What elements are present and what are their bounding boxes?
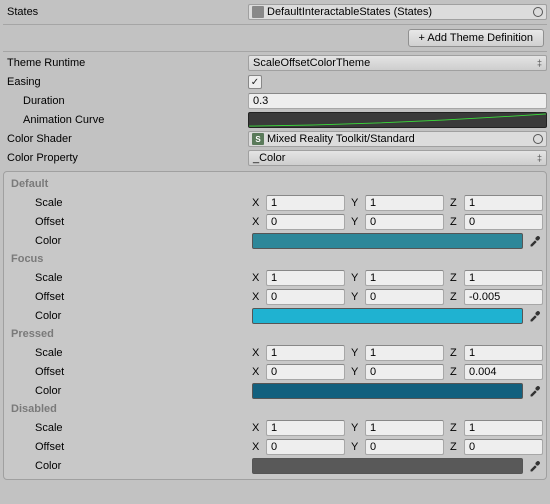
state-header-pressed: Pressed: [7, 326, 543, 344]
scale-z-input-focus[interactable]: 1: [464, 270, 543, 286]
scale-x-input-focus[interactable]: 1: [266, 270, 345, 286]
eyedropper-icon[interactable]: [527, 460, 543, 472]
axis-label-z: Z: [450, 291, 464, 303]
scale-z-input-default[interactable]: 1: [464, 195, 543, 211]
eyedropper-icon[interactable]: [527, 385, 543, 397]
offset-z-input-pressed[interactable]: 0.004: [464, 364, 543, 380]
axis-label-y: Y: [351, 441, 365, 453]
scriptable-object-icon: [252, 6, 264, 18]
offset-z-input-disabled[interactable]: 0: [464, 439, 543, 455]
color-swatch-default[interactable]: [252, 233, 523, 249]
color-property-dropdown[interactable]: _Color: [248, 150, 547, 166]
axis-label-y: Y: [351, 422, 365, 434]
scale-label: Scale: [7, 272, 252, 284]
shader-icon: S: [252, 133, 264, 145]
state-header-focus: Focus: [7, 251, 543, 269]
scale-y-input-focus[interactable]: 1: [365, 270, 444, 286]
offset-y-input-focus[interactable]: 0: [365, 289, 444, 305]
color-swatch-disabled[interactable]: [252, 458, 523, 474]
scale-x-input-default[interactable]: 1: [266, 195, 345, 211]
axis-label-x: X: [252, 291, 266, 303]
scale-x-input-disabled[interactable]: 1: [266, 420, 345, 436]
axis-label-y: Y: [351, 272, 365, 284]
object-picker-icon[interactable]: [533, 7, 543, 17]
offset-x-input-disabled[interactable]: 0: [266, 439, 345, 455]
axis-label-y: Y: [351, 197, 365, 209]
color-label: Color: [7, 235, 252, 247]
axis-label-y: Y: [351, 366, 365, 378]
states-label: States: [3, 6, 248, 18]
eyedropper-icon[interactable]: [527, 310, 543, 322]
axis-label-x: X: [252, 347, 266, 359]
offset-z-input-focus[interactable]: -0.005: [464, 289, 543, 305]
easing-checkbox[interactable]: ✓: [248, 75, 262, 89]
color-shader-label: Color Shader: [3, 133, 248, 145]
scale-label: Scale: [7, 422, 252, 434]
offset-x-input-focus[interactable]: 0: [266, 289, 345, 305]
scale-z-input-disabled[interactable]: 1: [464, 420, 543, 436]
axis-label-z: Z: [450, 272, 464, 284]
offset-z-input-default[interactable]: 0: [464, 214, 543, 230]
axis-label-z: Z: [450, 197, 464, 209]
axis-label-x: X: [252, 366, 266, 378]
color-label: Color: [7, 310, 252, 322]
color-swatch-pressed[interactable]: [252, 383, 523, 399]
scale-label: Scale: [7, 197, 252, 209]
offset-label: Offset: [7, 291, 252, 303]
color-shader-field[interactable]: S Mixed Reality Toolkit/Standard: [248, 131, 547, 147]
state-header-disabled: Disabled: [7, 401, 543, 419]
offset-label: Offset: [7, 216, 252, 228]
axis-label-x: X: [252, 216, 266, 228]
offset-y-input-pressed[interactable]: 0: [365, 364, 444, 380]
theme-runtime-dropdown[interactable]: ScaleOffsetColorTheme: [248, 55, 547, 71]
color-shader-value: Mixed Reality Toolkit/Standard: [267, 133, 415, 145]
eyedropper-icon[interactable]: [527, 235, 543, 247]
scale-label: Scale: [7, 347, 252, 359]
axis-label-x: X: [252, 441, 266, 453]
axis-label-z: Z: [450, 347, 464, 359]
scale-y-input-default[interactable]: 1: [365, 195, 444, 211]
offset-x-input-default[interactable]: 0: [266, 214, 345, 230]
color-property-label: Color Property: [3, 152, 248, 164]
axis-label-y: Y: [351, 347, 365, 359]
duration-label: Duration: [3, 95, 248, 107]
scale-x-input-pressed[interactable]: 1: [266, 345, 345, 361]
offset-label: Offset: [7, 366, 252, 378]
scale-y-input-disabled[interactable]: 1: [365, 420, 444, 436]
add-theme-definition-button[interactable]: + Add Theme Definition: [408, 29, 544, 47]
color-swatch-focus[interactable]: [252, 308, 523, 324]
axis-label-y: Y: [351, 291, 365, 303]
object-picker-icon[interactable]: [533, 134, 543, 144]
axis-label-z: Z: [450, 441, 464, 453]
offset-y-input-disabled[interactable]: 0: [365, 439, 444, 455]
offset-label: Offset: [7, 441, 252, 453]
color-label: Color: [7, 460, 252, 472]
offset-x-input-pressed[interactable]: 0: [266, 364, 345, 380]
axis-label-x: X: [252, 272, 266, 284]
states-object-field[interactable]: DefaultInteractableStates (States): [248, 4, 547, 20]
axis-label-x: X: [252, 422, 266, 434]
states-object-value: DefaultInteractableStates (States): [267, 6, 432, 18]
theme-runtime-label: Theme Runtime: [3, 57, 248, 69]
color-label: Color: [7, 385, 252, 397]
axis-label-x: X: [252, 197, 266, 209]
axis-label-z: Z: [450, 216, 464, 228]
duration-input[interactable]: 0.3: [248, 93, 547, 109]
animation-curve-label: Animation Curve: [3, 114, 248, 126]
easing-label: Easing: [3, 76, 248, 88]
axis-label-y: Y: [351, 216, 365, 228]
offset-y-input-default[interactable]: 0: [365, 214, 444, 230]
state-header-default: Default: [7, 176, 543, 194]
scale-y-input-pressed[interactable]: 1: [365, 345, 444, 361]
axis-label-z: Z: [450, 366, 464, 378]
scale-z-input-pressed[interactable]: 1: [464, 345, 543, 361]
axis-label-z: Z: [450, 422, 464, 434]
animation-curve-field[interactable]: [248, 112, 547, 128]
